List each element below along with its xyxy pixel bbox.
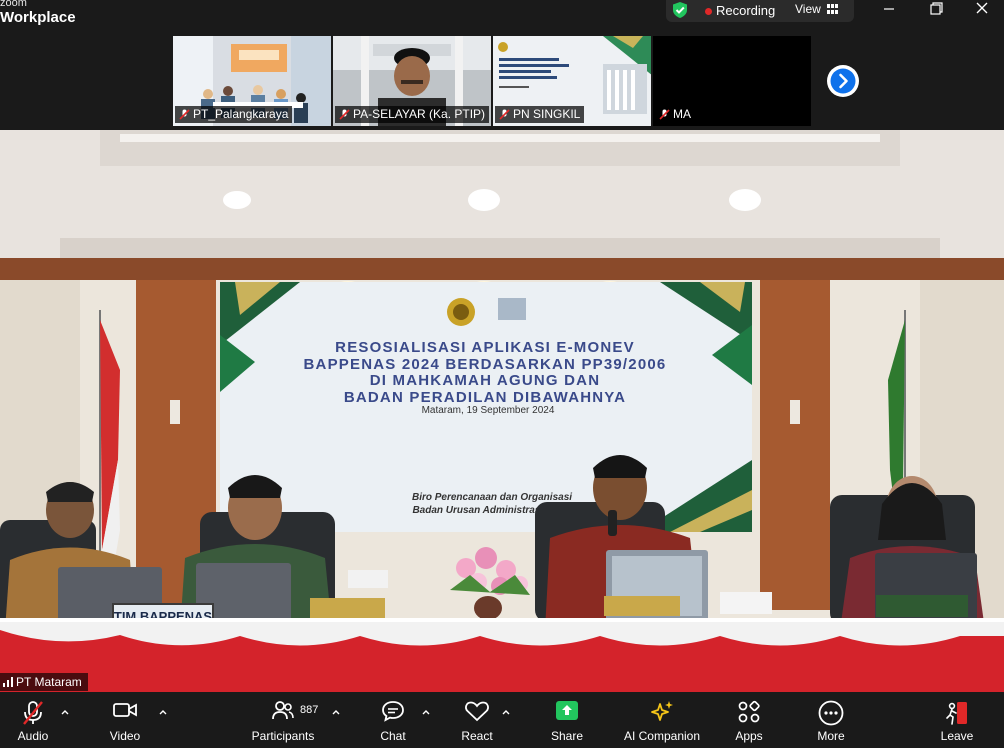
participant-name-text: PN SINGKIL [513,107,581,121]
participant-tile[interactable]: PT_Palangkaraya [173,36,331,126]
chat-button[interactable]: Chat [368,692,418,748]
video-button[interactable]: Video [100,692,150,748]
share-label: Share [550,729,584,743]
apps-label: Apps [735,729,763,743]
banner-org-1: Biro Perencanaan dan Organisasi [412,492,572,503]
participant-name-text: MA [673,107,691,121]
close-icon[interactable] [967,0,997,20]
mic-muted-icon [339,109,350,120]
participant-name: PN SINGKIL [495,106,585,123]
chat-options-caret-icon[interactable] [422,709,430,715]
share-button[interactable]: Share [542,692,592,748]
next-page-arrow-icon[interactable] [827,65,859,97]
active-speaker-name: PT Mataram [16,675,82,689]
react-button[interactable]: React [452,692,502,748]
apps-grid-icon [738,700,760,723]
banner-title-1: RESOSIALISASI APLIKASI E-MONEV [335,339,635,356]
heart-icon [465,701,489,722]
react-options-caret-icon[interactable] [502,709,510,715]
restore-icon[interactable] [921,0,951,20]
ai-companion-button[interactable]: AI Companion [620,692,704,748]
participants-count: 887 [300,704,319,716]
share-screen-icon [556,701,578,720]
recording-dot-icon [705,8,712,15]
banner-title-2: BAPPENAS 2024 BERDASARKAN PP39/2006 [304,356,667,373]
mic-muted-icon [499,109,510,120]
participant-name-text: PA-SELAYAR (Ka. PTIP) [353,107,486,121]
leave-door-icon [946,702,967,725]
ai-sparkle-icon [651,701,673,721]
banner-title-4: BADAN PERADILAN DIBAWAHNYA [344,389,626,406]
active-speaker-video[interactable]: RESOSIALISASI APLIKASI E-MONEV BAPPENAS … [0,130,1004,692]
banner-date: Mataram, 19 September 2024 [422,405,555,416]
chat-bubble-icon [382,701,404,722]
leave-label: Leave [940,729,974,743]
leave-button[interactable]: Leave [932,692,982,748]
grid-view-icon[interactable] [827,4,838,14]
zoom-workplace-logo: zoom Workplace [0,0,76,25]
react-label: React [461,729,493,743]
shield-check-icon[interactable] [671,1,689,19]
apps-button[interactable]: Apps [724,692,774,748]
brand-top: zoom [0,0,27,9]
ai-companion-label: AI Companion [623,729,701,743]
brand-bottom: Workplace [0,9,76,26]
more-label: More [817,729,845,743]
video-camera-icon [113,703,137,717]
participants-icon [272,701,294,720]
participant-name-text: PT_Palangkaraya [193,107,289,121]
participants-button[interactable]: Participants [248,692,318,748]
audio-options-caret-icon[interactable] [61,709,69,715]
participant-name: PA-SELAYAR (Ka. PTIP) [335,106,490,123]
more-button[interactable]: More [806,692,856,748]
banner-title-3: DI MAHKAMAH AGUNG DAN [370,372,600,389]
more-options-icon [818,700,844,726]
signal-strength-icon [3,677,13,687]
participant-tile[interactable]: PA-SELAYAR (Ka. PTIP) [333,36,491,126]
participant-name: MA [655,106,695,123]
recording-label[interactable]: Recording [716,3,775,18]
active-speaker-name-label: PT Mataram [0,673,88,691]
audio-button[interactable]: Audio [8,692,58,748]
participants-label: Participants [251,729,315,743]
participant-name: PT_Palangkaraya [175,106,293,123]
video-label: Video [109,729,141,743]
audio-label: Audio [17,729,49,743]
chat-label: Chat [380,729,406,743]
mic-muted-icon [23,701,43,725]
video-options-caret-icon[interactable] [159,709,167,715]
view-button[interactable]: View [795,2,821,16]
mic-muted-icon [179,109,190,120]
mic-muted-icon [659,109,670,120]
participants-options-caret-icon[interactable] [332,709,340,715]
participant-tile[interactable]: MA [653,36,811,126]
participant-tile[interactable]: PN SINGKIL [493,36,651,126]
minimize-icon[interactable] [874,0,904,20]
meeting-room-scene: RESOSIALISASI APLIKASI E-MONEV BAPPENAS … [0,130,1004,692]
title-bar: zoom Workplace Recording View [0,0,1004,34]
